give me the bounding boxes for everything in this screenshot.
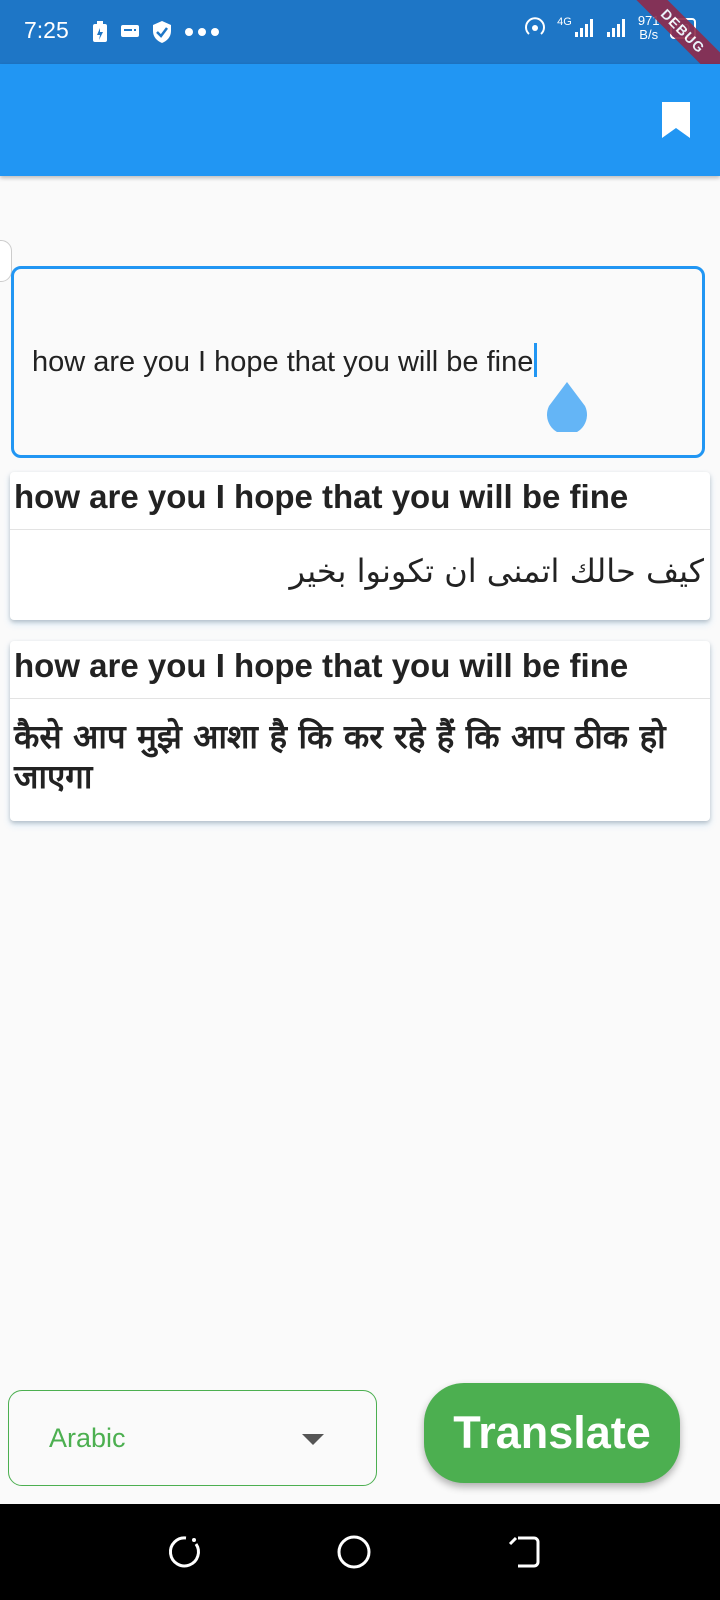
card-translated-text: كيف حالك اتمنى ان تكونوا بخير: [289, 552, 704, 590]
recents-icon[interactable]: [166, 1534, 202, 1570]
source-text-value[interactable]: how are you I hope that you will be fine: [32, 343, 538, 379]
notification-icons: [92, 20, 220, 44]
signal-icon-1: [574, 19, 593, 37]
translate-button[interactable]: Translate: [424, 1383, 680, 1483]
signal-icon-2: [606, 19, 625, 37]
status-bar: 7:25 4G 971 B/s 29 DEBUG: [0, 0, 720, 92]
status-time: 7:25: [24, 17, 69, 43]
card-translated-text: कैसे आप मुझे आशा है कि कर रहे हैं कि आप …: [14, 717, 666, 796]
translation-card: how are you I hope that you will be fine…: [10, 641, 710, 821]
shield-icon: [153, 21, 171, 43]
translation-card: how are you I hope that you will be fine…: [10, 472, 710, 620]
input-value: how are you I hope that you will be fine: [32, 346, 534, 378]
back-icon[interactable]: [506, 1534, 542, 1570]
battery-saver-icon: [93, 21, 107, 42]
system-nav-bar: [0, 1504, 720, 1600]
speed-unit: B/s: [639, 27, 659, 42]
dropdown-arrow-icon: [302, 1434, 324, 1445]
language-dropdown[interactable]: Arabic: [8, 1390, 377, 1486]
card-source-text: how are you I hope that you will be fine: [10, 472, 710, 530]
bookmark-icon[interactable]: [660, 100, 692, 140]
card-source-text: how are you I hope that you will be fine: [10, 641, 710, 699]
language-selected: Arabic: [49, 1423, 126, 1453]
app-bar: [0, 64, 720, 176]
hotspot-icon: [525, 17, 546, 35]
source-text-input[interactable]: how are you I hope that you will be fine: [11, 266, 705, 458]
network-type: 4G: [557, 16, 572, 28]
more-dots-icon: [185, 28, 219, 36]
message-icon: [121, 25, 139, 37]
home-icon[interactable]: [336, 1534, 372, 1570]
text-cursor: [534, 343, 538, 377]
text-selection-handle[interactable]: [545, 380, 589, 432]
